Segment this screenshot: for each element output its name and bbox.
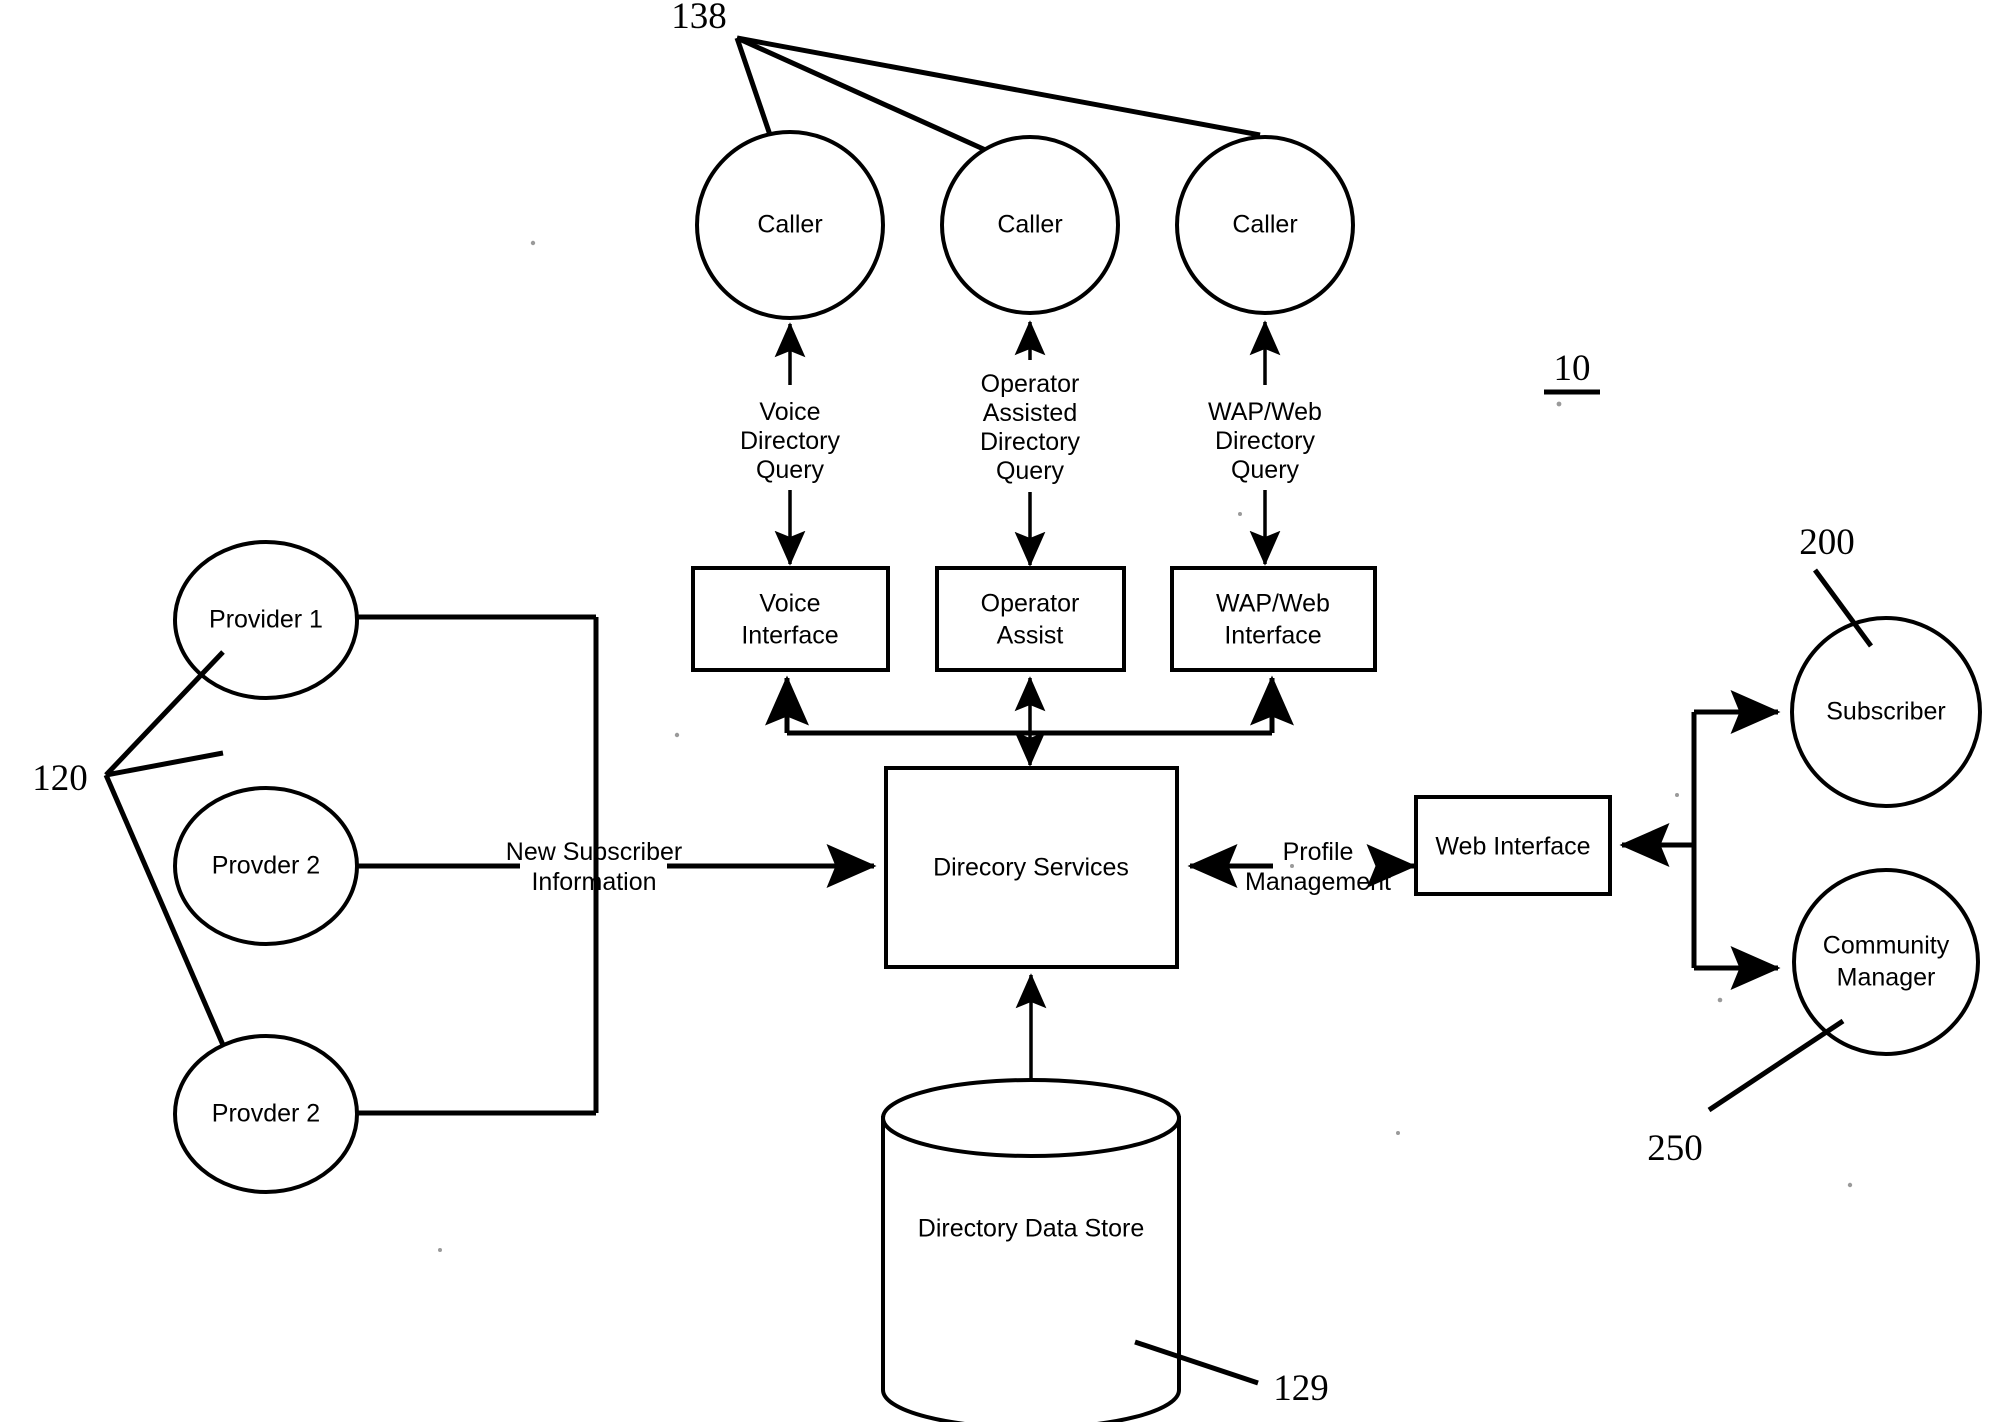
directory-services-box: Direcory Services <box>884 766 1179 969</box>
community-manager-node: Community Manager <box>1792 868 1980 1056</box>
caller-node-2: Caller <box>940 135 1120 315</box>
voice-query-line-1: Voice <box>759 398 820 426</box>
community-manager-line-1: Community <box>1823 932 1950 960</box>
community-manager-reference-callout: 250 <box>1647 1018 1845 1169</box>
wapweb-query-line-3: Query <box>1231 456 1300 484</box>
reference-129: 129 <box>1273 1368 1329 1409</box>
profile-management-line-2: Management <box>1245 868 1391 896</box>
new-subscriber-flow-line-2: Information <box>531 868 656 896</box>
operator-query-line-2: Assisted <box>983 399 1077 427</box>
subscriber-node: Subscriber <box>1790 616 1982 808</box>
voice-query-line-2: Directory <box>740 427 841 455</box>
caller-node-3: Caller <box>1175 135 1355 315</box>
voice-interface-line-1: Voice <box>759 590 820 618</box>
operator-assist-box: Operator Assist <box>935 566 1126 672</box>
caller-3-label: Caller <box>1232 211 1297 239</box>
operator-assist-line-2: Assist <box>997 622 1064 650</box>
provider-node-2: Provder 2 <box>173 786 359 946</box>
reference-10: 10 <box>1554 348 1591 389</box>
data-store-label: Directory Data Store <box>918 1215 1144 1243</box>
profile-management-flow: Profile Management <box>1187 838 1417 896</box>
voice-interface-box: Voice Interface <box>691 566 890 672</box>
voice-interface-line-2: Interface <box>741 622 838 650</box>
operator-query-line-3: Directory <box>980 428 1081 456</box>
voice-query-line-3: Query <box>756 456 825 484</box>
system-reference-callout: 10 <box>1544 348 1600 395</box>
system-architecture-diagram: 138 Caller Caller Caller Voice Directory… <box>32 0 1982 1422</box>
operator-assisted-query-flow: Operator Assisted Directory Query <box>980 320 1081 567</box>
interface-to-directory-bus <box>765 675 1294 767</box>
provider-2-label: Provder 2 <box>212 852 320 880</box>
patent-figure-page: 138 Caller Caller Caller Voice Directory… <box>0 0 2014 1422</box>
profile-management-line-1: Profile <box>1283 838 1354 866</box>
wapweb-interface-line-2: Interface <box>1224 622 1321 650</box>
new-subscriber-flow-line-1: New Subscriber <box>506 838 682 866</box>
caller-1-label: Caller <box>757 211 822 239</box>
reference-200: 200 <box>1799 522 1855 563</box>
reference-138: 138 <box>671 0 727 37</box>
subscriber-reference-callout: 200 <box>1799 522 1874 648</box>
reference-250: 250 <box>1647 1128 1703 1169</box>
web-interface-label: Web Interface <box>1435 833 1590 861</box>
wapweb-query-line-1: WAP/Web <box>1208 398 1322 426</box>
provider-3-label: Provder 2 <box>212 1100 320 1128</box>
provider-to-directory-bus: New Subscriber Information <box>357 614 877 1116</box>
operator-query-line-4: Query <box>996 457 1065 485</box>
provider-node-3: Provder 2 <box>173 1034 359 1194</box>
wapweb-query-line-2: Directory <box>1215 427 1316 455</box>
directory-services-label: Direcory Services <box>933 854 1129 882</box>
voice-directory-query-flow: Voice Directory Query <box>740 322 841 566</box>
wapweb-interface-box: WAP/Web Interface <box>1170 566 1377 672</box>
operator-query-line-1: Operator <box>981 370 1080 398</box>
caller-node-1: Caller <box>695 130 885 320</box>
wapweb-directory-query-flow: WAP/Web Directory Query <box>1208 320 1322 566</box>
wapweb-interface-line-1: WAP/Web <box>1216 590 1330 618</box>
directory-data-store-cylinder: Directory Data Store <box>881 1078 1181 1422</box>
provider-1-label: Provider 1 <box>209 606 323 634</box>
reference-120: 120 <box>32 758 88 799</box>
web-interface-box: Web Interface <box>1414 795 1612 896</box>
caller-2-label: Caller <box>997 211 1062 239</box>
subscriber-label: Subscriber <box>1826 698 1946 726</box>
operator-assist-line-1: Operator <box>981 590 1080 618</box>
community-manager-line-2: Manager <box>1837 964 1936 992</box>
webinterface-to-users-bus <box>1619 690 1781 990</box>
